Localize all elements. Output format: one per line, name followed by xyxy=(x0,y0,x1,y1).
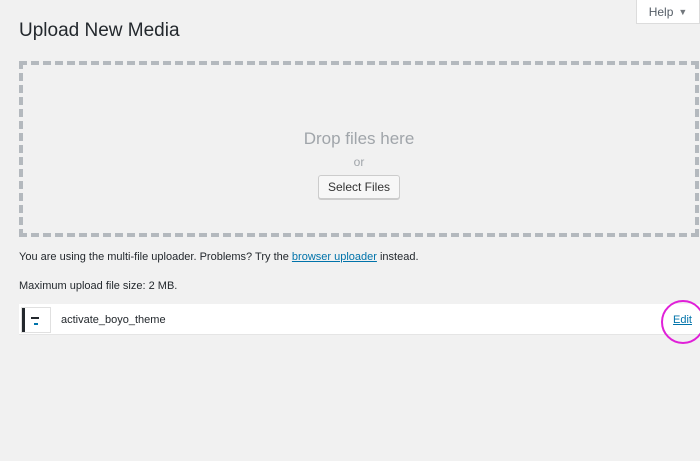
edit-link[interactable]: Edit xyxy=(673,314,692,326)
uploader-info: You are using the multi-file uploader. P… xyxy=(19,251,419,263)
drop-instructions: Drop files here xyxy=(303,129,415,148)
browser-uploader-link[interactable]: browser uploader xyxy=(292,251,377,263)
uploader-info-prefix: You are using the multi-file uploader. P… xyxy=(19,251,292,263)
max-upload-size: Maximum upload file size: 2 MB. xyxy=(19,280,178,292)
file-thumbnail xyxy=(21,307,51,333)
media-filename: activate_boyo_theme xyxy=(61,314,166,326)
caret-down-icon: ▼ xyxy=(678,6,688,17)
or-separator: or xyxy=(353,155,365,169)
help-tab-label: Help xyxy=(648,4,674,19)
help-tab[interactable]: Help ▼ xyxy=(636,0,700,24)
page-title: Upload New Media xyxy=(19,20,180,41)
media-item: activate_boyo_theme Edit xyxy=(19,304,700,335)
select-files-button[interactable]: Select Files xyxy=(317,175,401,199)
drop-area[interactable]: Drop files here or Select Files xyxy=(19,61,699,237)
uploader-info-suffix: instead. xyxy=(376,251,419,263)
